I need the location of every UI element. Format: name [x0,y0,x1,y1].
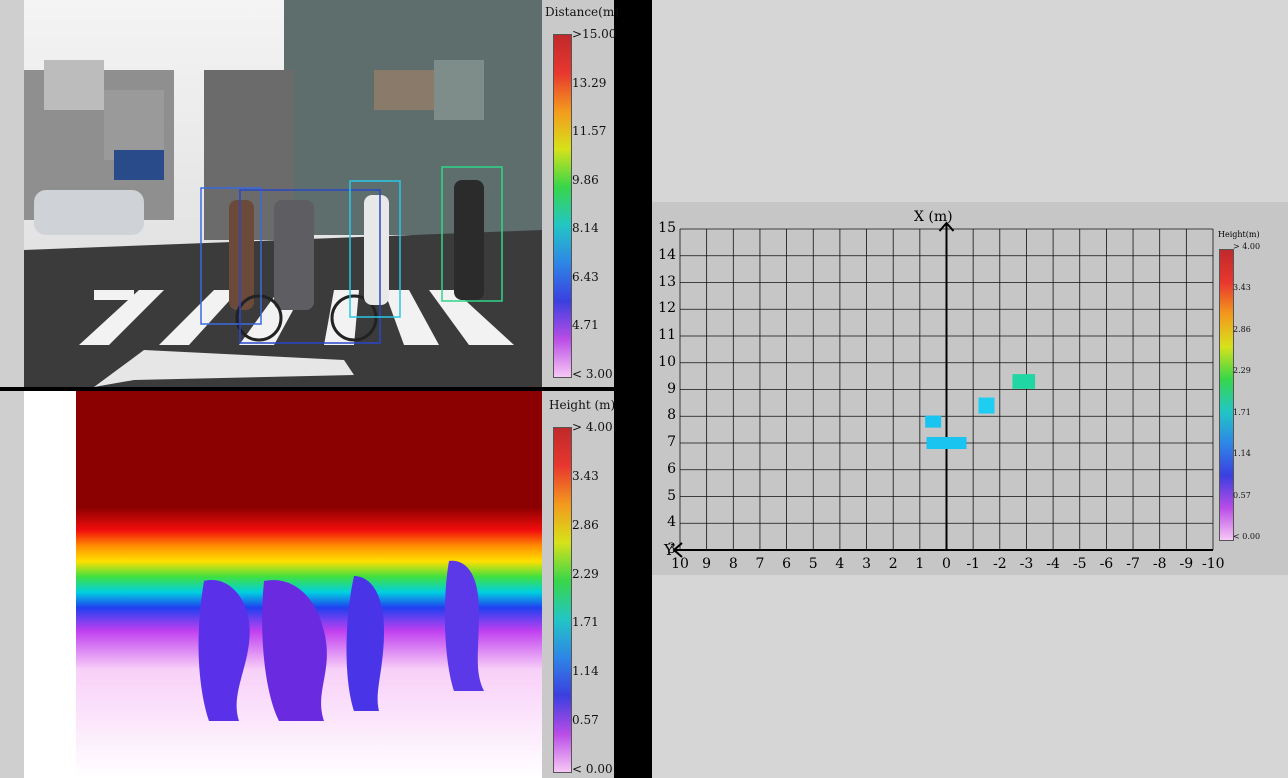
bev-x-axis-label: X (m) [914,209,953,225]
bev-x-tick-label: 1 [915,556,925,572]
height-colorbar-title: Height (m) [549,398,616,412]
bev-y-tick-label: 6 [667,460,676,477]
bev-y-tick-label: 7 [667,434,676,450]
height-map-scene [24,391,542,778]
colorbar-tick-label: > 4.00 [572,420,613,434]
bev-x-tick-label: -9 [1179,556,1194,572]
bev-y-tick-label: 9 [667,380,676,397]
bev-colorbar-gradient [1219,249,1234,541]
bev-x-tick-label: 3 [862,556,871,572]
bev-plot [672,221,1214,558]
bev-y-tick-label: 10 [658,353,676,370]
bev-occupancy-cell [925,415,942,428]
bev-x-tick-label: 5 [808,556,818,572]
bev-colorbar-title: Height(m) [1218,230,1260,239]
bev-x-tick-label: -1 [966,556,980,572]
left-side-strip [0,0,24,387]
distance-colorbar-title: Distance(m) [545,5,619,19]
colorbar-tick-label: 2.86 [572,517,599,532]
bev-x-tick-label: 7 [755,556,765,572]
colorbar-tick-label: 2.86 [1233,324,1251,334]
colorbar-tick-label: 1.14 [1233,449,1251,459]
colorbar-tick-label: 2.29 [1233,366,1251,376]
bev-y-tick-label: 14 [658,246,676,263]
bev-y-tick-label: 13 [658,273,676,290]
height-colorbar-gradient [553,427,572,773]
bev-y-tick-label: 4 [667,514,676,531]
bev-x-tick-label: 8 [728,556,738,572]
bev-x-tick-label: -7 [1126,556,1140,572]
bev-y-tick-label: 3 [667,541,676,557]
colorbar-tick-label: 0.57 [572,713,599,728]
bev-x-tick-label: -4 [1046,556,1060,572]
colorbar-tick-label: < 3.00 [572,367,613,381]
height-map-view [24,391,542,778]
bev-x-tick-label: 9 [702,556,712,572]
colorbar-tick-label: 6.43 [572,269,599,284]
bev-occupancy-cell [926,436,967,450]
colorbar-tick-label: 2.29 [572,566,599,581]
colorbar-tick-label: > 4.00 [1233,242,1261,251]
colorbar-tick-label: 11.57 [572,124,607,139]
bev-occupancy-cell [1012,374,1036,389]
camera-scene [24,0,542,387]
colorbar-tick-label: 8.14 [572,221,599,236]
colorbar-tick-label: 9.86 [572,172,599,187]
bev-y-tick-label: 8 [667,407,676,424]
bev-x-tick-label: 0 [942,556,951,572]
bev-x-tick-label: -6 [1099,556,1114,572]
bev-x-tick-label: 10 [671,556,689,572]
colorbar-tick-label: 3.43 [1233,283,1251,293]
colorbar-tick-label: 4.71 [572,318,599,333]
colorbar-tick-label: < 0.00 [1233,532,1261,541]
bev-x-tick-label: -2 [992,556,1007,572]
bev-x-tick-label: -10 [1202,556,1225,572]
bev-y-tick-label: 15 [658,220,676,236]
height-colorbar: Height (m) > 4.00 3.43 2.86 2.29 1.71 1.14 0.5… [542,391,616,778]
colorbar-tick-label: 1.71 [572,615,599,630]
colorbar-tick-label: 1.71 [1233,407,1251,417]
colorbar-tick-label: 0.57 [1233,490,1251,500]
colorbar-tick-label: < 0.00 [572,762,613,776]
bev-x-tick-label: 4 [835,556,845,572]
distance-colorbar: Distance(m) >15.00 13.29 11.57 9.86 8.14 6.43… [542,0,619,387]
left-side-strip [0,391,24,778]
bev-x-tick-label: -8 [1152,556,1167,572]
bev-y-tick-label: 11 [658,327,676,343]
bev-x-tick-label: -5 [1072,556,1087,572]
colorbar-tick-label: 1.14 [572,664,599,679]
colorbar-tick-label: >15.00 [572,27,617,41]
bev-x-tick-label: 2 [888,556,898,572]
colorbar-tick-label: 13.29 [572,75,607,90]
bev-y-tick-label: 5 [667,487,676,504]
distance-colorbar-gradient [553,34,572,378]
bev-x-tick-label: -3 [1019,556,1034,572]
bev-x-tick-label: 6 [782,556,792,572]
bev-panel: X (m) Y 15 14 13 12 11 10 9 8 7 6 5 4 3 10 9 8 7 6 5 4 3 2 1 0… [652,202,1288,575]
bev-y-tick-label: 12 [658,300,676,317]
bev-occupancy-cell [978,397,995,414]
camera-view [24,0,542,387]
colorbar-tick-label: 3.43 [572,468,599,483]
